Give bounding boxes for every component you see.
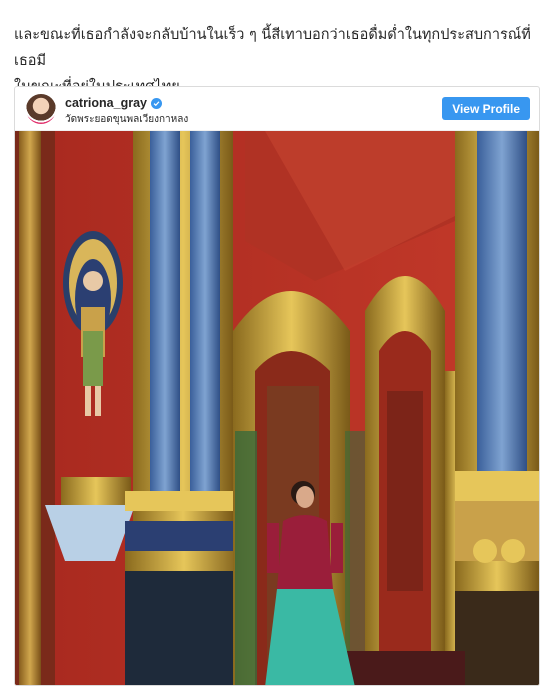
- temple-photo-illustration: [15, 131, 539, 685]
- view-profile-button[interactable]: View Profile: [442, 97, 530, 120]
- user-line: catriona_gray: [65, 95, 162, 111]
- avatar[interactable]: [26, 94, 56, 124]
- embed-header: catriona_gray วัดพระยอดขุนพลเวียงกาหลง V…: [15, 87, 539, 131]
- instagram-embed: catriona_gray วัดพระยอดขุนพลเวียงกาหลง V…: [14, 86, 540, 686]
- verified-badge-icon: [150, 97, 162, 109]
- location-link[interactable]: วัดพระยอดขุนพลเวียงกาหลง: [65, 112, 188, 127]
- article-line-1: และขณะที่เธอกำลังจะกลับบ้านในเร็ว ๆ นี้ส…: [14, 27, 531, 69]
- post-photo[interactable]: [15, 131, 539, 685]
- username-link[interactable]: catriona_gray: [65, 96, 147, 110]
